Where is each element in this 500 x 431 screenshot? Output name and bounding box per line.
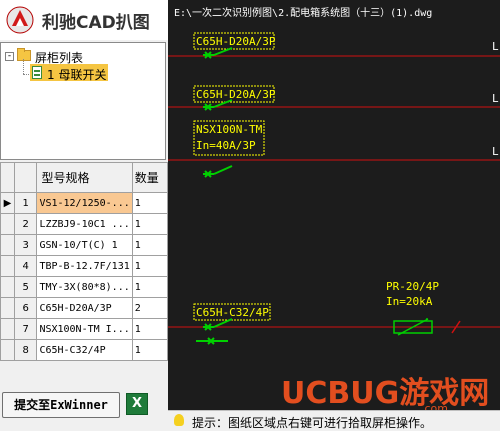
table-row[interactable]: 3 GSN-10/T(C) 11 bbox=[0, 234, 169, 256]
breaker-label: C65H-C32/4P bbox=[196, 306, 269, 319]
component-table: 型号规格 数量 ▶ 1 VS1-12/1250-... 1 2 LZZBJ9-10C1 .… bbox=[0, 162, 169, 361]
tree-root[interactable]: - 屏柜列表 bbox=[1, 48, 161, 65]
cell-qty[interactable]: 1 bbox=[131, 192, 169, 214]
cabinet-icon bbox=[32, 66, 42, 79]
spd-label: In=20kA bbox=[386, 295, 433, 308]
spd-label: PR-20/4P bbox=[386, 280, 439, 293]
status-hint: 提示：图纸区域点右键可进行拾取屏柜操作。 bbox=[192, 416, 433, 430]
table-row[interactable]: ▶ 1 VS1-12/1250-... 1 bbox=[0, 192, 169, 214]
cad-drawing-area[interactable]: E:\一次二次识别例图\2.配电箱系统图（十三）(1).dwg C65H-D20… bbox=[168, 0, 500, 410]
row-selector[interactable] bbox=[0, 213, 15, 235]
excel-export-icon[interactable]: X bbox=[126, 393, 148, 415]
tree-connector bbox=[23, 59, 24, 74]
row-selector[interactable] bbox=[0, 318, 15, 340]
table-row[interactable]: 8 C65H-C32/4P 1 bbox=[0, 339, 169, 361]
folder-icon bbox=[17, 48, 31, 61]
cell-model[interactable]: C65H-C32/4P bbox=[36, 339, 133, 361]
phase-letter: L bbox=[492, 40, 499, 53]
watermark-sub: .com bbox=[421, 402, 448, 410]
collapse-icon[interactable]: - bbox=[5, 52, 14, 61]
app-title: 利驰CAD扒图 bbox=[42, 13, 150, 33]
app-logo-icon bbox=[6, 6, 34, 34]
breaker-label: NSX100N-TM bbox=[196, 123, 263, 136]
row-selector[interactable] bbox=[0, 255, 15, 277]
tree-item-label: 1 母联开关 bbox=[47, 68, 107, 82]
breaker-label: C65H-D20A/3P bbox=[196, 35, 276, 48]
phase-letter: L bbox=[492, 92, 499, 105]
left-panel: 利驰CAD扒图 - 屏柜列表 1 母联开关 型号规格 数量 ▶ 1 VS1-12/1… bbox=[0, 0, 169, 430]
table-row[interactable]: 5 TMY-3X(80*8)... 1 bbox=[0, 276, 169, 298]
row-index: 6 bbox=[13, 297, 38, 319]
index-header bbox=[13, 162, 38, 193]
cabinet-tree[interactable]: - 屏柜列表 bbox=[0, 42, 166, 160]
watermark: UCBUG游戏网 bbox=[281, 376, 490, 410]
cell-model[interactable]: TMY-3X(80*8)... bbox=[36, 276, 133, 298]
row-header-corner bbox=[0, 162, 15, 193]
breaker-label: C65H-D20A/3P bbox=[196, 88, 276, 101]
column-header-model[interactable]: 型号规格 bbox=[36, 162, 133, 193]
table-row[interactable]: 4 TBP-B-12.7F/131 1 bbox=[0, 255, 169, 277]
row-index: 3 bbox=[13, 234, 38, 256]
cell-model[interactable]: C65H-D20A/3P bbox=[36, 297, 133, 319]
cell-qty[interactable]: 1 bbox=[131, 339, 169, 361]
row-index: 4 bbox=[13, 255, 38, 277]
table-row[interactable]: 6 C65H-D20A/3P 2 bbox=[0, 297, 169, 319]
status-bar: 提示：图纸区域点右键可进行拾取屏柜操作。 bbox=[168, 410, 500, 430]
row-index: 7 bbox=[13, 318, 38, 340]
cell-qty[interactable]: 1 bbox=[131, 234, 169, 256]
row-index: 1 bbox=[13, 192, 38, 214]
row-selector[interactable] bbox=[0, 234, 15, 256]
table-row[interactable]: 2 LZZBJ9-10C1 ... 1 bbox=[0, 213, 169, 235]
cell-qty[interactable]: 1 bbox=[131, 318, 169, 340]
cell-qty[interactable]: 1 bbox=[131, 213, 169, 235]
breaker-label: In=40A/3P bbox=[196, 139, 256, 152]
lightbulb-icon bbox=[174, 414, 184, 426]
row-selector[interactable] bbox=[0, 339, 15, 361]
row-selector[interactable] bbox=[0, 297, 15, 319]
submit-to-exwinner-button[interactable]: 提交至ExWinner bbox=[2, 392, 120, 418]
cell-qty[interactable]: 1 bbox=[131, 255, 169, 277]
row-index: 8 bbox=[13, 339, 38, 361]
cell-model[interactable]: VS1-12/1250-... bbox=[36, 192, 133, 214]
cell-model[interactable]: LZZBJ9-10C1 ... bbox=[36, 213, 133, 235]
breaker-symbol bbox=[203, 165, 233, 178]
table-row[interactable]: 7 NSX100N-TM I... 1 bbox=[0, 318, 169, 340]
cell-qty[interactable]: 1 bbox=[131, 276, 169, 298]
table-header-row: 型号规格 数量 bbox=[0, 162, 169, 193]
app-header: 利驰CAD扒图 bbox=[0, 0, 168, 40]
component-grid[interactable]: 型号规格 数量 ▶ 1 VS1-12/1250-... 1 2 LZZBJ9-10C1 .… bbox=[0, 162, 169, 361]
cell-model[interactable]: GSN-10/T(C) 1 bbox=[36, 234, 133, 256]
cell-qty[interactable]: 2 bbox=[131, 297, 169, 319]
cell-model[interactable]: TBP-B-12.7F/131 bbox=[36, 255, 133, 277]
phase-letter: L bbox=[492, 145, 499, 158]
cad-canvas[interactable]: C65H-D20A/3P C65H-D20A/3P NSX100N-TM In=… bbox=[168, 0, 500, 410]
row-index: 2 bbox=[13, 213, 38, 235]
row-selector[interactable] bbox=[0, 276, 15, 298]
breaker-symbol bbox=[196, 318, 233, 345]
cell-model[interactable]: NSX100N-TM I... bbox=[36, 318, 133, 340]
column-header-qty[interactable]: 数量 bbox=[131, 162, 169, 193]
row-index: 5 bbox=[13, 276, 38, 298]
row-selector[interactable]: ▶ bbox=[0, 192, 15, 214]
